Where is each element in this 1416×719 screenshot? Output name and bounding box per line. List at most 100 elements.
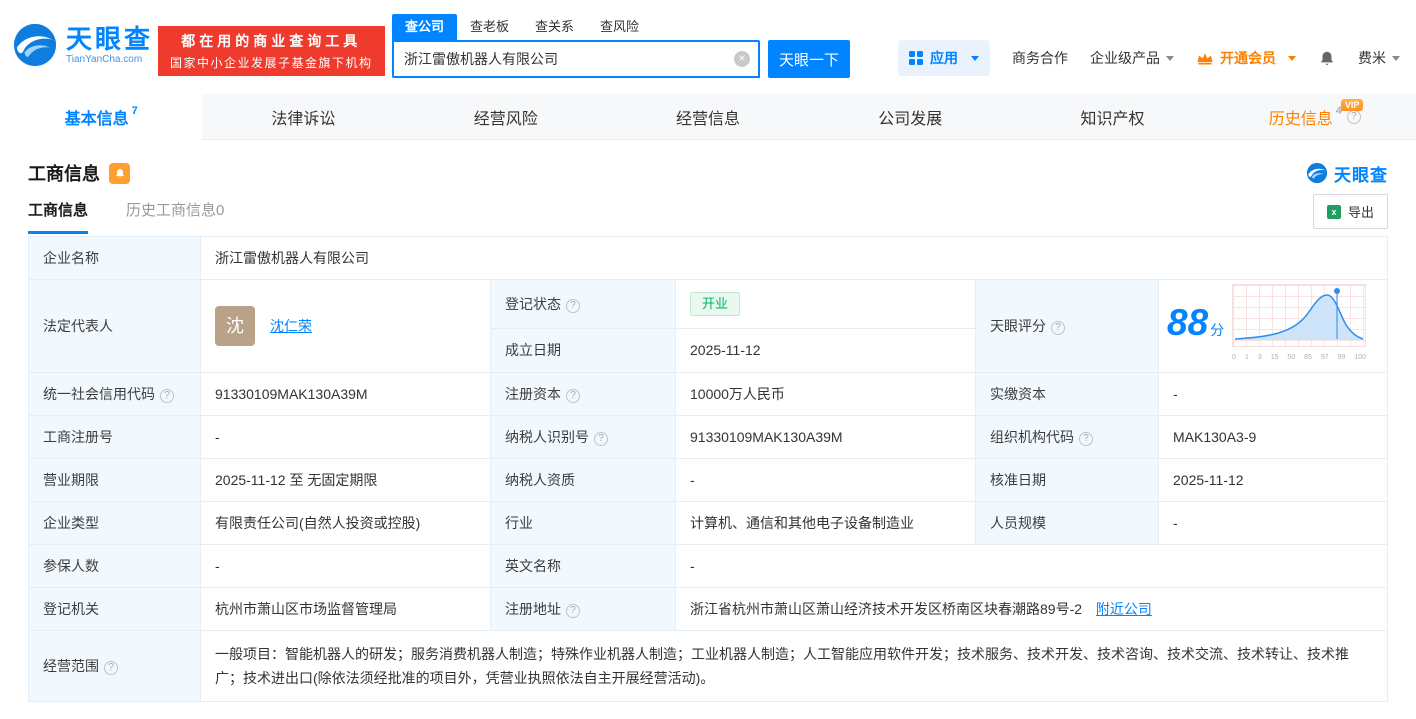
tab-company-development[interactable]: 公司发展 bbox=[809, 94, 1012, 140]
taxpayer-id-label-text: 纳税人识别号 bbox=[505, 429, 589, 445]
tianyancha-logo[interactable]: 天眼查 TianYanCha.com bbox=[12, 22, 153, 68]
reg-address-value: 浙江省杭州市萧山区萧山经济技术开发区桥南区块春潮路89号-2 附近公司 bbox=[675, 587, 1388, 631]
clear-search-icon[interactable] bbox=[734, 51, 750, 67]
enterprise-products-menu[interactable]: 企业级产品 bbox=[1090, 48, 1174, 68]
help-icon[interactable] bbox=[1079, 432, 1093, 446]
english-name-value: - bbox=[675, 544, 1388, 588]
vip-upgrade-link[interactable]: 开通会员 bbox=[1196, 48, 1296, 68]
table-row: 企业名称 浙江雷傲机器人有限公司 bbox=[28, 236, 1388, 280]
tab-label: 历史信息 bbox=[1268, 110, 1333, 128]
nearby-companies-link[interactable]: 附近公司 bbox=[1096, 601, 1152, 617]
chevron-down-icon bbox=[1288, 55, 1296, 61]
subtab-history-business-info[interactable]: 历史工商信息0 bbox=[126, 199, 224, 234]
help-icon[interactable] bbox=[566, 298, 580, 313]
reg-address-text: 浙江省杭州市萧山区萧山经济技术开发区桥南区块春潮路89号-2 bbox=[690, 601, 1083, 617]
chevron-down-icon bbox=[1392, 55, 1400, 61]
score-axis: 0 1 3 15 50 85 97 99 100 bbox=[1232, 354, 1367, 361]
score-label-text: 天眼评分 bbox=[990, 318, 1046, 334]
search-tab-risk[interactable]: 查风险 bbox=[587, 14, 652, 40]
establish-date-value: 2025-11-12 bbox=[675, 327, 976, 374]
tab-legal-proceedings[interactable]: 法律诉讼 bbox=[202, 94, 405, 140]
score-value: 88 bbox=[1167, 301, 1209, 343]
help-icon[interactable] bbox=[566, 604, 580, 618]
search-tab-relation[interactable]: 查关系 bbox=[522, 14, 587, 40]
export-button[interactable]: 导出 bbox=[1312, 194, 1388, 229]
apps-menu[interactable]: 应用 bbox=[898, 40, 990, 76]
header-nav: 应用 商务合作 企业级产品 开通会员 费米 bbox=[898, 40, 1400, 76]
subtab-business-info[interactable]: 工商信息 bbox=[28, 199, 89, 234]
tab-intellectual-property[interactable]: 知识产权 bbox=[1011, 94, 1214, 140]
reg-authority-label: 登记机关 bbox=[28, 587, 201, 631]
legal-rep-link[interactable]: 沈仁荣 bbox=[270, 316, 312, 336]
table-row: 参保人数 - 英文名称 - bbox=[28, 544, 1388, 588]
tab-count: 7 bbox=[131, 104, 138, 117]
reg-status-value: 开业 bbox=[675, 279, 976, 329]
watermark-brand: 天眼查 bbox=[1334, 165, 1388, 185]
chevron-down-icon bbox=[971, 55, 979, 61]
approval-date-label: 核准日期 bbox=[975, 458, 1159, 502]
legal-rep-value: 沈 沈仁荣 bbox=[200, 279, 491, 373]
reg-number-label: 工商注册号 bbox=[28, 415, 201, 459]
taxpayer-id-value: 91330109MAK130A39M bbox=[675, 415, 976, 459]
tab-history-info[interactable]: VIP 历史信息 4 bbox=[1213, 94, 1416, 140]
tianyan-score-label: 天眼评分 bbox=[975, 279, 1159, 373]
score-chart: 0 1 3 15 50 85 97 99 100 bbox=[1232, 284, 1367, 368]
chevron-down-icon bbox=[1166, 55, 1174, 61]
notifications-bell-icon[interactable] bbox=[1318, 49, 1336, 68]
score-number: 88 分 bbox=[1167, 304, 1225, 341]
reg-status-label-text: 登记状态 bbox=[505, 295, 561, 312]
tianyan-score-value: 88 分 0 1 3 15 50 85 97 99 100 bbox=[1158, 279, 1388, 373]
search-button[interactable]: 天眼一下 bbox=[768, 40, 850, 78]
staff-size-label: 人员规模 bbox=[975, 501, 1159, 545]
excel-icon bbox=[1326, 204, 1341, 219]
credit-code-label-text: 统一社会信用代码 bbox=[43, 386, 155, 402]
help-icon[interactable] bbox=[104, 661, 118, 675]
help-icon[interactable] bbox=[1051, 321, 1065, 335]
search-tab-boss[interactable]: 查老板 bbox=[457, 14, 522, 40]
search-tabs: 查公司 查老板 查关系 查风险 bbox=[392, 14, 850, 40]
top-header: 天眼查 TianYanCha.com 都在用的商业查询工具 国家中小企业发展子基… bbox=[0, 0, 1416, 94]
tab-label: 基本信息 bbox=[64, 110, 129, 128]
taxpayer-id-label: 纳税人识别号 bbox=[490, 415, 676, 459]
tab-label: 经营信息 bbox=[675, 110, 740, 128]
legal-rep-avatar[interactable]: 沈 bbox=[215, 306, 255, 346]
paid-capital-label: 实缴资本 bbox=[975, 372, 1159, 416]
user-menu[interactable]: 费米 bbox=[1358, 48, 1400, 68]
establish-date-label: 成立日期 bbox=[490, 327, 676, 374]
help-icon[interactable] bbox=[594, 432, 608, 446]
business-term-value: 2025-11-12 至 无固定期限 bbox=[200, 458, 491, 502]
search-input[interactable] bbox=[392, 40, 760, 78]
tab-operating-risk[interactable]: 经营风险 bbox=[404, 94, 607, 140]
company-name-label: 企业名称 bbox=[28, 236, 201, 280]
slogan-line1: 都在用的商业查询工具 bbox=[181, 33, 362, 49]
business-cooperation-link[interactable]: 商务合作 bbox=[1012, 48, 1068, 68]
tab-operating-info[interactable]: 经营信息 bbox=[606, 94, 810, 140]
help-icon[interactable] bbox=[566, 389, 580, 403]
vip-badge: VIP bbox=[1340, 99, 1364, 111]
reg-capital-value: 10000万人民币 bbox=[675, 372, 976, 416]
help-icon[interactable] bbox=[160, 389, 174, 403]
org-code-label: 组织机构代码 bbox=[975, 415, 1159, 459]
company-section-tabs: 基本信息 7 法律诉讼 经营风险 经营信息 公司发展 知识产权 VIP 历史信息… bbox=[0, 94, 1416, 140]
business-term-label: 营业期限 bbox=[28, 458, 201, 502]
reg-status-label: 登记状态 bbox=[490, 279, 676, 329]
business-scope-label-text: 经营范围 bbox=[43, 658, 99, 674]
table-row: 登记机关 杭州市萧山区市场监督管理局 注册地址 浙江省杭州市萧山区萧山经济技术开… bbox=[28, 587, 1388, 631]
credit-code-label: 统一社会信用代码 bbox=[28, 372, 201, 416]
slogan-line2: 国家中小企业发展子基金旗下机构 bbox=[170, 56, 373, 70]
tab-label: 知识产权 bbox=[1080, 110, 1145, 128]
search-tab-company[interactable]: 查公司 bbox=[392, 14, 458, 40]
help-icon[interactable] bbox=[1346, 109, 1361, 124]
credit-code-value: 91330109MAK130A39M bbox=[200, 372, 491, 416]
search-area: 查公司 查老板 查关系 查风险 天眼一下 bbox=[392, 14, 850, 78]
industry-value: 计算机、通信和其他电子设备制造业 bbox=[675, 501, 976, 545]
monitor-bell-icon[interactable] bbox=[109, 162, 130, 184]
score-unit: 分 bbox=[1210, 321, 1225, 338]
company-type-value: 有限责任公司(自然人投资或控股) bbox=[200, 501, 491, 545]
table-row: 企业类型 有限责任公司(自然人投资或控股) 行业 计算机、通信和其他电子设备制造… bbox=[28, 501, 1388, 545]
tab-basic-info[interactable]: 基本信息 7 bbox=[0, 94, 203, 140]
legal-rep-label: 法定代表人 bbox=[28, 279, 201, 373]
insured-count-label: 参保人数 bbox=[28, 544, 201, 588]
reg-number-value: - bbox=[200, 415, 491, 459]
crown-icon bbox=[1197, 52, 1213, 64]
